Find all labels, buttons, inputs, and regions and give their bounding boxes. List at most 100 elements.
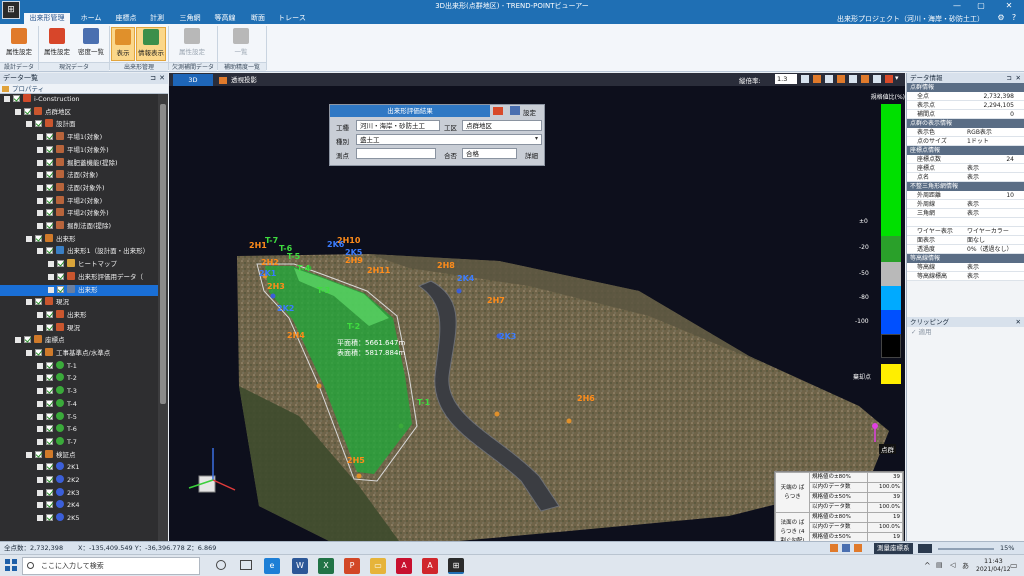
- fit-icon[interactable]: [885, 75, 893, 83]
- tree-item[interactable]: 2K5: [0, 513, 158, 524]
- ime-icon[interactable]: あ: [962, 561, 969, 571]
- tree-checkbox[interactable]: [46, 145, 53, 153]
- tab-coord-point[interactable]: 座標点: [111, 13, 141, 24]
- tree-item[interactable]: T-3: [0, 386, 158, 397]
- tree-item[interactable]: 掘削法面(提除): [0, 221, 158, 232]
- tree-checkbox[interactable]: [57, 272, 64, 280]
- front-view-icon[interactable]: [825, 75, 833, 83]
- panel-close-icon[interactable]: ✕: [1016, 73, 1021, 83]
- tree-checkbox[interactable]: [46, 323, 53, 331]
- tab-trace[interactable]: トレース: [276, 13, 308, 24]
- tree-toggle[interactable]: [48, 261, 54, 268]
- tab-triangle-net[interactable]: 三角網: [175, 13, 205, 24]
- tree-item[interactable]: 現況: [0, 297, 158, 308]
- network-icon[interactable]: ▤: [936, 561, 943, 569]
- tree-toggle[interactable]: [37, 426, 43, 433]
- tree-toggle[interactable]: [37, 502, 43, 509]
- top-view-icon[interactable]: [813, 75, 821, 83]
- color-swatch[interactable]: [918, 544, 932, 553]
- survey-field[interactable]: [356, 148, 436, 159]
- tree-toggle[interactable]: [37, 184, 43, 191]
- panel-close-icon[interactable]: ✕: [1016, 317, 1021, 327]
- tab-section[interactable]: 断面: [245, 13, 271, 24]
- tree-scroll-thumb[interactable]: [160, 104, 166, 404]
- tree-item[interactable]: 現況: [0, 322, 158, 334]
- tree-item[interactable]: i-Construction: [0, 94, 158, 105]
- tree-toggle[interactable]: [4, 96, 10, 102]
- tree-toggle[interactable]: [37, 413, 43, 420]
- trend-point-icon[interactable]: ⊞: [448, 558, 464, 574]
- tree-toggle[interactable]: [37, 210, 43, 217]
- app-icon[interactable]: ⊞: [2, 1, 20, 19]
- tree-checkbox[interactable]: [46, 412, 53, 420]
- tree-toggle[interactable]: [37, 362, 43, 369]
- info-section-header[interactable]: 点群情報: [907, 83, 1024, 92]
- tree-item[interactable]: 出来形1（設計面・出来形）: [0, 246, 158, 257]
- tree-toggle[interactable]: [37, 197, 43, 204]
- tree-toggle[interactable]: [37, 311, 43, 318]
- side-view-icon[interactable]: [837, 75, 845, 83]
- tree-toggle[interactable]: [48, 286, 54, 293]
- setting-label[interactable]: 設定: [523, 107, 536, 117]
- tree-item[interactable]: 法面(対象): [0, 170, 158, 181]
- tree-checkbox[interactable]: [46, 171, 53, 179]
- tree-toggle[interactable]: [37, 223, 43, 229]
- tree-checkbox[interactable]: [46, 133, 53, 141]
- tree-checkbox[interactable]: [24, 107, 31, 115]
- tree-item[interactable]: 平場1(対象): [0, 132, 158, 143]
- home-view-icon[interactable]: [801, 75, 809, 83]
- tree-toggle[interactable]: [48, 273, 54, 280]
- pan-icon[interactable]: [861, 75, 869, 83]
- notification-icon[interactable]: ▭: [1010, 561, 1018, 570]
- powerpoint-icon[interactable]: P: [344, 558, 360, 574]
- minimize-button[interactable]: —: [946, 0, 968, 12]
- tree-item[interactable]: 法面(対象外): [0, 182, 158, 194]
- word-icon[interactable]: W: [292, 558, 308, 574]
- tree-toggle[interactable]: [37, 464, 43, 471]
- panel-close-icon[interactable]: ✕: [159, 73, 165, 84]
- section-field[interactable]: 点群地区: [462, 120, 542, 131]
- rotate-icon[interactable]: [849, 75, 857, 83]
- tree-item[interactable]: 出来形評価用データ（: [0, 271, 158, 283]
- tree-checkbox[interactable]: [46, 488, 53, 496]
- tab-measure[interactable]: 計測: [144, 13, 170, 24]
- info-section-header[interactable]: 等高線情報: [907, 254, 1024, 263]
- tab-home[interactable]: ホーム: [76, 13, 106, 24]
- tree-checkbox[interactable]: [57, 260, 64, 268]
- tree-item[interactable]: T-2: [0, 373, 158, 384]
- zoom-slider[interactable]: [938, 548, 994, 550]
- tree-toggle[interactable]: [37, 400, 43, 407]
- tree-toggle[interactable]: [37, 146, 43, 153]
- tree-toggle[interactable]: [37, 515, 43, 522]
- ribbon-settings-icon[interactable]: ⚙: [996, 13, 1006, 23]
- tree-checkbox[interactable]: [46, 514, 53, 522]
- info-display-button[interactable]: 情報表示: [136, 27, 166, 61]
- cortana-icon[interactable]: [216, 560, 226, 570]
- tree-scrollbar[interactable]: [158, 94, 168, 541]
- tree-toggle[interactable]: [26, 121, 32, 128]
- tree-checkbox[interactable]: [46, 209, 53, 217]
- tree-checkbox[interactable]: [24, 336, 31, 344]
- setting-icon[interactable]: [510, 106, 520, 115]
- tree-checkbox[interactable]: [46, 387, 53, 395]
- tree-item[interactable]: T-6: [0, 424, 158, 435]
- density-list-button[interactable]: 密度一覧: [75, 27, 107, 61]
- tree-checkbox[interactable]: [46, 437, 53, 445]
- tree-item[interactable]: 点群地区: [0, 106, 158, 118]
- task-view-icon[interactable]: [240, 560, 252, 570]
- taskbar-search-input[interactable]: ここに入力して検索: [22, 557, 200, 575]
- tree-item[interactable]: 出来形: [0, 309, 158, 321]
- tree-item[interactable]: 平場2(対象): [0, 195, 158, 207]
- tree-checkbox[interactable]: [46, 222, 53, 229]
- tool-icon-3[interactable]: [854, 544, 862, 552]
- tree-item[interactable]: 平場1(対象外): [0, 144, 158, 156]
- zoom-icon[interactable]: [873, 75, 881, 83]
- tool-icon-1[interactable]: [830, 544, 838, 552]
- tree-checkbox[interactable]: [35, 234, 42, 242]
- missing-attr-button[interactable]: 属性設定: [176, 27, 208, 61]
- tree-toggle[interactable]: [15, 108, 21, 115]
- tab-dekigata-kanri[interactable]: 出来形管理: [24, 13, 70, 24]
- display-button[interactable]: 表示: [111, 27, 135, 61]
- tree-item[interactable]: 2K1: [0, 462, 158, 473]
- tree-checkbox[interactable]: [13, 95, 20, 102]
